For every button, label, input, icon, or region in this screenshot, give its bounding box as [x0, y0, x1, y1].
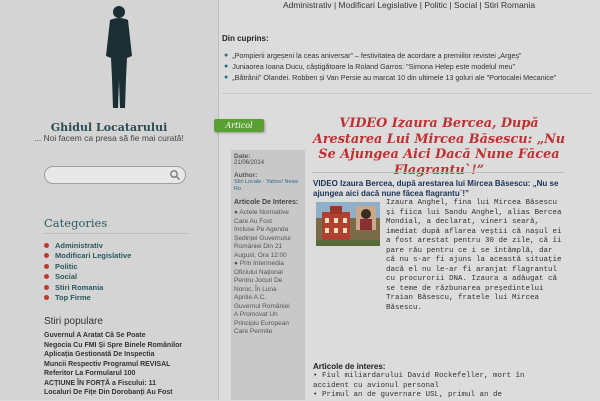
related-item[interactable]: ● Actele Normative — [234, 209, 302, 218]
bullet-icon — [44, 295, 49, 301]
related-item[interactable]: Noroc, În Luna — [234, 286, 302, 295]
search-box — [44, 166, 186, 184]
related-item[interactable]: Guvernul României — [234, 303, 302, 312]
category-item[interactable]: Modificari Legislative — [44, 251, 131, 262]
cuprins-link[interactable]: Juniaorea Ioana Ducu, câștigătoare la Ro… — [232, 62, 515, 71]
post-meta-column: Date: 21/06/2014 Author: Stiri Locale · … — [231, 150, 305, 400]
category-label[interactable]: Administrativ — [55, 241, 103, 250]
bullet-icon: ● — [224, 74, 229, 81]
cuprins-list: ● „Pompierii argeșeni la ceas aniversar” … — [224, 50, 556, 83]
bullet-icon — [44, 263, 49, 269]
category-item[interactable]: Top Firme — [44, 293, 131, 304]
person-silhouette-logo — [106, 6, 132, 108]
cuprins-link[interactable]: „Bătrânii” Olandei. Robben și Van Persie… — [232, 73, 556, 82]
category-item[interactable]: Social — [44, 272, 131, 283]
related-title: Articole De Interes: — [234, 199, 299, 206]
related-item[interactable]: Principiu European — [234, 320, 302, 329]
cuprins-item[interactable]: ● Juniaorea Ioana Ducu, câștigătoare la R… — [224, 61, 556, 72]
popular-item[interactable]: Localuri De Fițe Din Dorobanți Au Fost — [44, 388, 214, 398]
bullet-icon — [44, 253, 49, 259]
categories-list: Administrativ Modificari Legislative Pol… — [44, 240, 131, 303]
related-item[interactable]: Care Au Fost — [234, 218, 302, 227]
related-item[interactable]: A Promovat Un — [234, 311, 302, 320]
post-intro: VIDEO Izaura Bercea, după arestarea lui … — [313, 179, 559, 198]
search-input[interactable] — [51, 169, 165, 182]
category-label[interactable]: Social — [55, 272, 77, 281]
related-item[interactable]: Care Permite — [234, 328, 302, 337]
category-item[interactable]: Administrativ — [44, 240, 131, 251]
section-divider — [222, 93, 592, 94]
site-tagline: ... Noi facem ca presa să fie mai curată… — [34, 133, 184, 143]
post-thumbnail-image[interactable] — [316, 202, 380, 246]
post-divider — [312, 172, 564, 173]
category-item[interactable]: Politic — [44, 261, 131, 272]
related-list: ● Actele Normative Care Au Fost Incluse … — [234, 209, 302, 337]
category-label[interactable]: Modificari Legislative — [55, 251, 131, 260]
related-item[interactable]: August, Ora 12:00 — [234, 252, 302, 261]
related-item[interactable]: Incluse Pe Agenda — [234, 226, 302, 235]
articles-of-interest-list: • Fiul miliardarului David Rockefeller, … — [313, 372, 565, 401]
popular-item[interactable]: Negocia Cu FMI Și Spre Binele Românilor — [44, 341, 214, 351]
categories-divider — [44, 233, 189, 234]
date-value: 21/06/2014 — [234, 160, 265, 166]
post-title[interactable]: VIDEO Izaura Bercea, După Arestarea Lui … — [312, 116, 566, 178]
cuprins-item[interactable]: ● „Pompierii argeșeni la ceas aniversar” … — [224, 50, 556, 61]
bullet-icon — [44, 274, 49, 280]
interest-item[interactable]: • Fiul miliardarului David Rockefeller, … — [313, 372, 565, 391]
author-label: Author: — [234, 172, 258, 179]
category-item[interactable]: Stiri Romania — [44, 282, 131, 293]
popular-item[interactable]: Muncii Respectiv Programul REVISAL — [44, 360, 214, 370]
search-icon[interactable] — [169, 169, 181, 181]
category-label[interactable]: Stiri Romania — [55, 283, 103, 292]
cuprins-link[interactable]: „Pompierii argeșeni la ceas aniversar” –… — [232, 51, 521, 60]
related-item[interactable]: Aprilie A.C. — [234, 294, 302, 303]
popular-title: Stiri populare — [44, 316, 103, 327]
post-body: Izaura Anghel, fina lui Mircea Băsescu ș… — [386, 199, 562, 312]
categories-title: Categories — [44, 216, 108, 230]
bullet-icon — [44, 284, 49, 290]
date-label: Date: — [234, 153, 251, 160]
article-ribbon: Articol — [214, 119, 264, 132]
popular-item[interactable]: Referitor La Formularul 100 — [44, 369, 214, 379]
popular-list: Guvernul A Aratat Că Se Poate Negocia Cu… — [44, 331, 214, 398]
popular-item[interactable]: ACȚIUNE ÎN FORȚĂ a Fiscului: 11 — [44, 379, 214, 389]
top-navigation[interactable]: Administrativ | Modificari Legislative |… — [218, 0, 600, 11]
related-item[interactable]: Pentru Jocuri De — [234, 277, 302, 286]
related-item[interactable]: Ședinței Guvernului — [234, 235, 302, 244]
popular-item[interactable]: Aplicația Gestionată De Inspectia — [44, 350, 214, 360]
related-item[interactable]: ● Prin Intermedia — [234, 260, 302, 269]
category-label[interactable]: Top Firme — [55, 293, 91, 302]
interest-item[interactable]: • Primul an de guvernare USL, primul an … — [313, 391, 565, 401]
sidebar: Ghidul Locatarului ... Noi facem ca pres… — [0, 0, 219, 400]
bullet-icon — [44, 242, 49, 248]
cuprins-title: Din cuprins: — [222, 34, 269, 43]
related-item[interactable]: Oficiului Național — [234, 269, 302, 278]
bullet-icon: ● — [224, 63, 229, 70]
author-link[interactable]: Stiri Locale · Yahoo! News Ro — [234, 179, 302, 193]
category-label[interactable]: Politic — [55, 262, 78, 271]
related-item[interactable]: României Din 21 — [234, 243, 302, 252]
articles-of-interest-title: Articole de interes: — [313, 362, 386, 371]
bullet-icon: ● — [224, 52, 229, 59]
cuprins-item[interactable]: ● „Bătrânii” Olandei. Robben și Van Persi… — [224, 72, 556, 83]
popular-item[interactable]: Guvernul A Aratat Că Se Poate — [44, 331, 214, 341]
